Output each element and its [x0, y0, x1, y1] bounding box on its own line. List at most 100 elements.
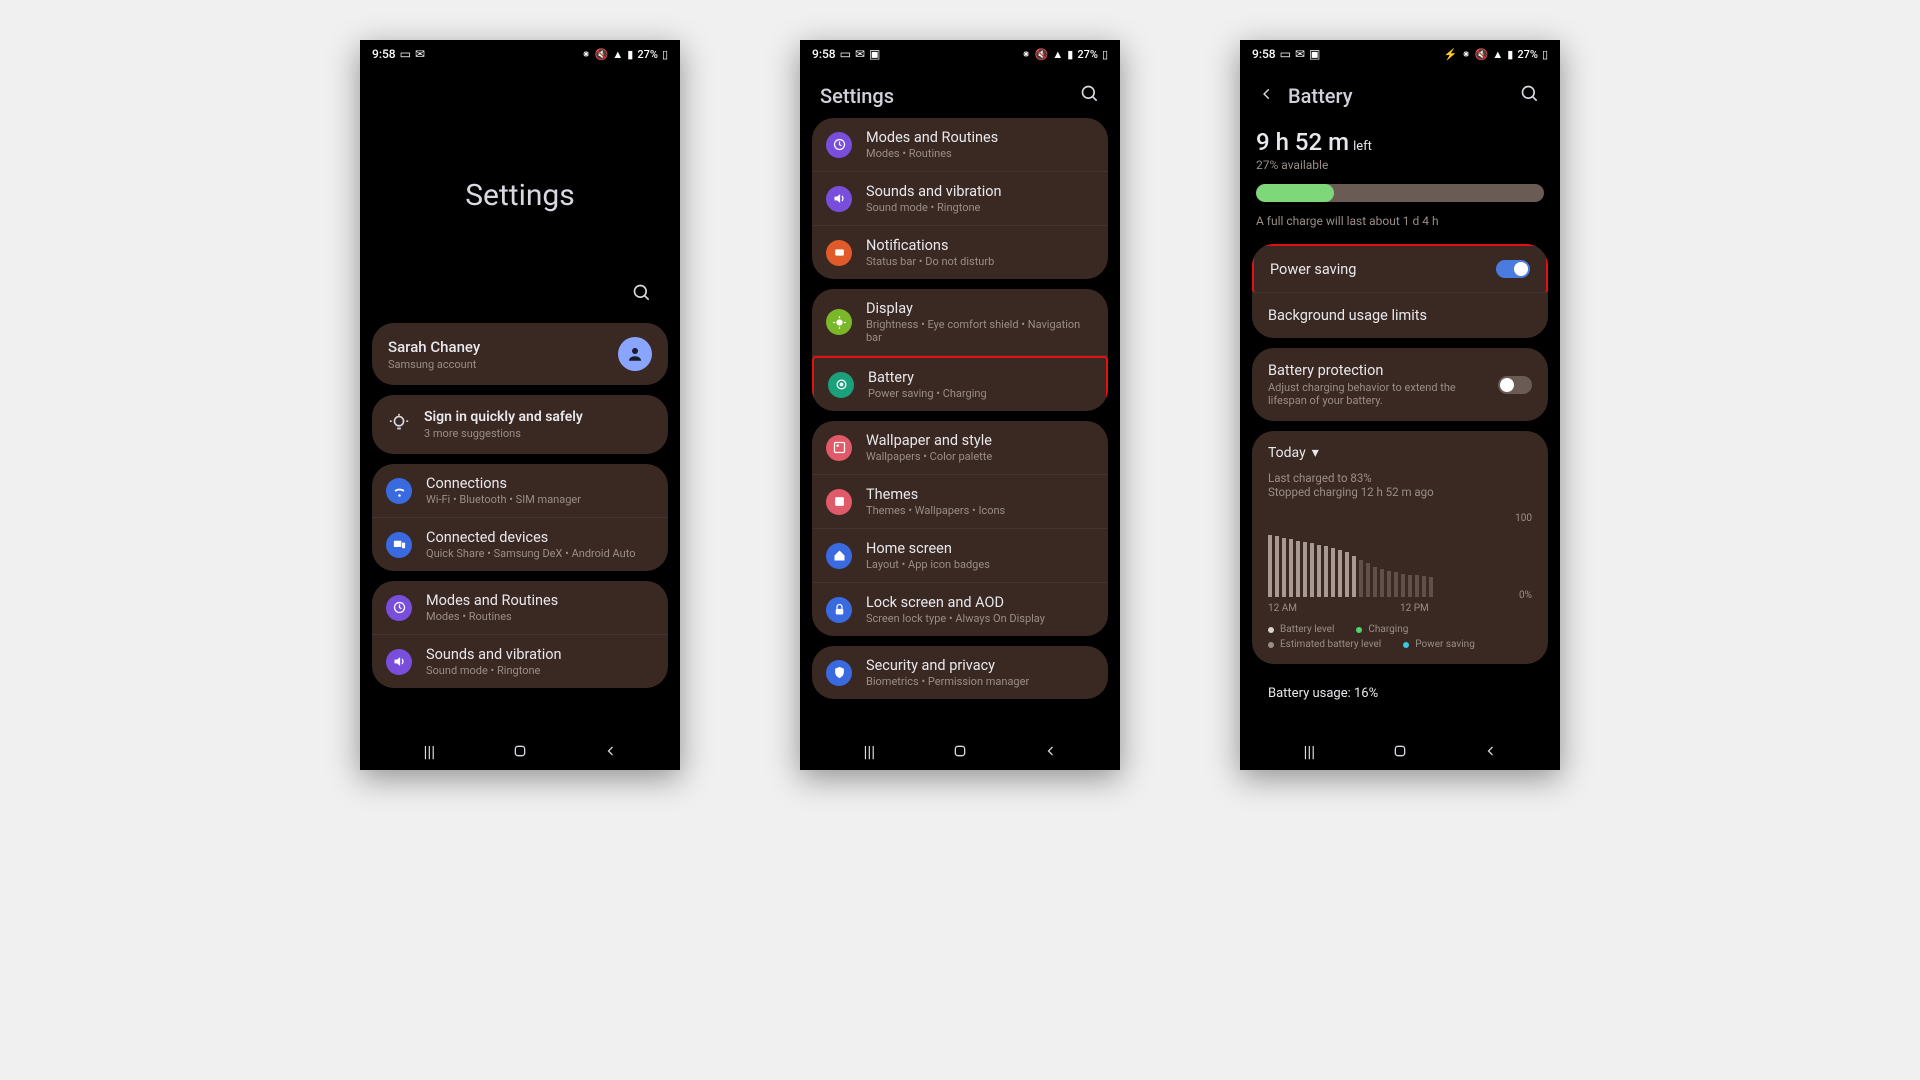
status-time: 9:58 — [372, 47, 396, 61]
wifi-icon: ▲ — [1492, 48, 1503, 61]
search-icon[interactable] — [632, 283, 652, 307]
chart-bar — [1373, 567, 1377, 597]
usage-card: Today ▾ Last charged to 83% Stopped char… — [1252, 431, 1548, 664]
lock-icon — [826, 597, 852, 623]
nav-back[interactable] — [1041, 742, 1061, 760]
wifi-icon: ▲ — [1052, 48, 1063, 61]
legend-dot — [1403, 642, 1409, 648]
phone-screen-1: 9:58 ▭ ✉ ⁕ 🔇 ▲ ▮ 27% ▯ Settings Sarah Ch… — [360, 40, 680, 770]
chart-bar — [1408, 575, 1412, 598]
page-title: Battery — [1288, 84, 1352, 108]
chart-bar — [1268, 535, 1272, 597]
settings-item-sounds-and-vibration[interactable]: Sounds and vibrationSound mode • Rington… — [812, 172, 1108, 226]
settings-item-security-and-privacy[interactable]: Security and privacyBiometrics • Permiss… — [812, 646, 1108, 699]
legend-item: Estimated battery level — [1268, 639, 1381, 650]
item-sub: Quick Share • Samsung DeX • Android Auto — [426, 547, 654, 560]
nav-recents[interactable]: ||| — [419, 742, 439, 760]
item-title: Lock screen and AOD — [866, 594, 1094, 611]
item-sub: Screen lock type • Always On Display — [866, 612, 1094, 625]
status-time: 9:58 — [812, 47, 836, 61]
nav-back[interactable] — [601, 742, 621, 760]
power-saving-toggle[interactable] — [1496, 260, 1530, 278]
chart-bar — [1303, 542, 1307, 598]
routines-icon — [386, 595, 412, 621]
settings-item-lock-screen-and-aod[interactable]: Lock screen and AODScreen lock type • Al… — [812, 583, 1108, 636]
item-title: Sounds and vibration — [866, 183, 1094, 200]
battery-percent: 27% — [1517, 48, 1538, 61]
search-icon[interactable] — [1080, 84, 1100, 108]
settings-group: DisplayBrightness • Eye comfort shield •… — [812, 289, 1108, 411]
settings-item-wallpaper-and-style[interactable]: Wallpaper and styleWallpapers • Color pa… — [812, 421, 1108, 475]
battery-bar — [1256, 184, 1544, 202]
settings-item-modes-and-routines[interactable]: Modes and RoutinesModes • Routines — [812, 118, 1108, 172]
settings-item-sounds-and-vibration[interactable]: Sounds and vibrationSound mode • Rington… — [372, 635, 668, 688]
item-sub: Power saving • Charging — [868, 387, 1092, 400]
legend-label: Power saving — [1415, 639, 1475, 650]
status-bar: 9:58 ▭ ✉ ▣ ⁕ 🔇 ▲ ▮ 27% ▯ — [800, 40, 1120, 68]
today-dropdown[interactable]: Today ▾ — [1268, 445, 1532, 461]
nav-bar: ||| — [1240, 732, 1560, 770]
item-sub: Modes • Routines — [866, 147, 1094, 160]
chevron-down-icon: ▾ — [1312, 445, 1319, 461]
battery-protection-label: Battery protection — [1268, 362, 1478, 379]
devices-icon — [386, 532, 412, 558]
profile-card[interactable]: Sarah Chaney Samsung account — [372, 323, 668, 385]
phone-screen-3: 9:58 ▭ ✉ ▣ ⚡ ⁕ 🔇 ▲ ▮ 27% ▯ Battery — [1240, 40, 1560, 770]
image-icon: ▣ — [869, 47, 880, 61]
settings-item-connections[interactable]: ConnectionsWi-Fi • Bluetooth • SIM manag… — [372, 464, 668, 518]
mute-icon: 🔇 — [595, 48, 609, 61]
legend-dot — [1268, 642, 1274, 648]
legend-item: Charging — [1356, 624, 1408, 635]
settings-item-modes-and-routines[interactable]: Modes and RoutinesModes • Routines — [372, 581, 668, 635]
item-title: Home screen — [866, 540, 1094, 557]
chart-bar — [1387, 571, 1391, 597]
search-icon[interactable] — [1520, 84, 1540, 108]
power-saving-row[interactable]: Power saving — [1252, 244, 1548, 293]
settings-item-display[interactable]: DisplayBrightness • Eye comfort shield •… — [812, 289, 1108, 356]
nav-bar: ||| — [800, 732, 1120, 770]
bg-limits-label: Background usage limits — [1268, 307, 1427, 324]
battery-protection-toggle[interactable] — [1498, 376, 1532, 394]
nav-home[interactable] — [510, 742, 530, 760]
item-sub: Wi-Fi • Bluetooth • SIM manager — [426, 493, 654, 506]
chart-bar — [1366, 563, 1370, 597]
background-usage-limits-row[interactable]: Background usage limits — [1252, 293, 1548, 338]
nav-recents[interactable]: ||| — [1299, 742, 1319, 760]
battery-icon: ▯ — [1102, 48, 1108, 61]
settings-item-home-screen[interactable]: Home screenLayout • App icon badges — [812, 529, 1108, 583]
wifi-icon — [386, 478, 412, 504]
bluetooth-icon: ⁕ — [581, 48, 590, 61]
battery-icon: ▯ — [662, 48, 668, 61]
item-sub: Modes • Routines — [426, 610, 654, 623]
nav-home[interactable] — [1390, 742, 1410, 760]
chat-icon: ▭ — [840, 47, 851, 61]
nav-back[interactable] — [1481, 742, 1501, 760]
shield-icon — [826, 660, 852, 686]
item-title: Connections — [426, 475, 654, 492]
mail-icon: ✉ — [855, 47, 865, 61]
battery-available: 27% available — [1256, 158, 1544, 172]
chart-bar — [1324, 546, 1328, 597]
chart-y-bottom: 0% — [1519, 590, 1532, 601]
chart-bar — [1338, 550, 1342, 597]
item-title: Connected devices — [426, 529, 654, 546]
battery-bar-fill — [1256, 184, 1334, 202]
suggestion-card[interactable]: Sign in quickly and safely 3 more sugges… — [372, 395, 668, 454]
settings-item-themes[interactable]: ThemesThemes • Wallpapers • Icons — [812, 475, 1108, 529]
stopped-charging: Stopped charging 12 h 52 m ago — [1268, 485, 1532, 499]
battery-protection-row[interactable]: Battery protection Adjust charging behav… — [1252, 348, 1548, 421]
profile-name: Sarah Chaney — [388, 338, 480, 356]
settings-item-battery[interactable]: BatteryPower saving • Charging — [812, 356, 1108, 411]
nav-recents[interactable]: ||| — [859, 742, 879, 760]
avatar[interactable] — [618, 337, 652, 371]
wallpaper-icon — [826, 435, 852, 461]
item-title: Wallpaper and style — [866, 432, 1094, 449]
back-icon[interactable] — [1260, 86, 1274, 106]
themes-icon — [826, 489, 852, 515]
settings-item-connected-devices[interactable]: Connected devicesQuick Share • Samsung D… — [372, 518, 668, 571]
settings-item-notifications[interactable]: NotificationsStatus bar • Do not disturb — [812, 226, 1108, 279]
profile-sub: Samsung account — [388, 358, 480, 371]
last-charged: Last charged to 83% — [1268, 471, 1532, 485]
nav-home[interactable] — [950, 742, 970, 760]
legend-label: Estimated battery level — [1280, 639, 1381, 650]
